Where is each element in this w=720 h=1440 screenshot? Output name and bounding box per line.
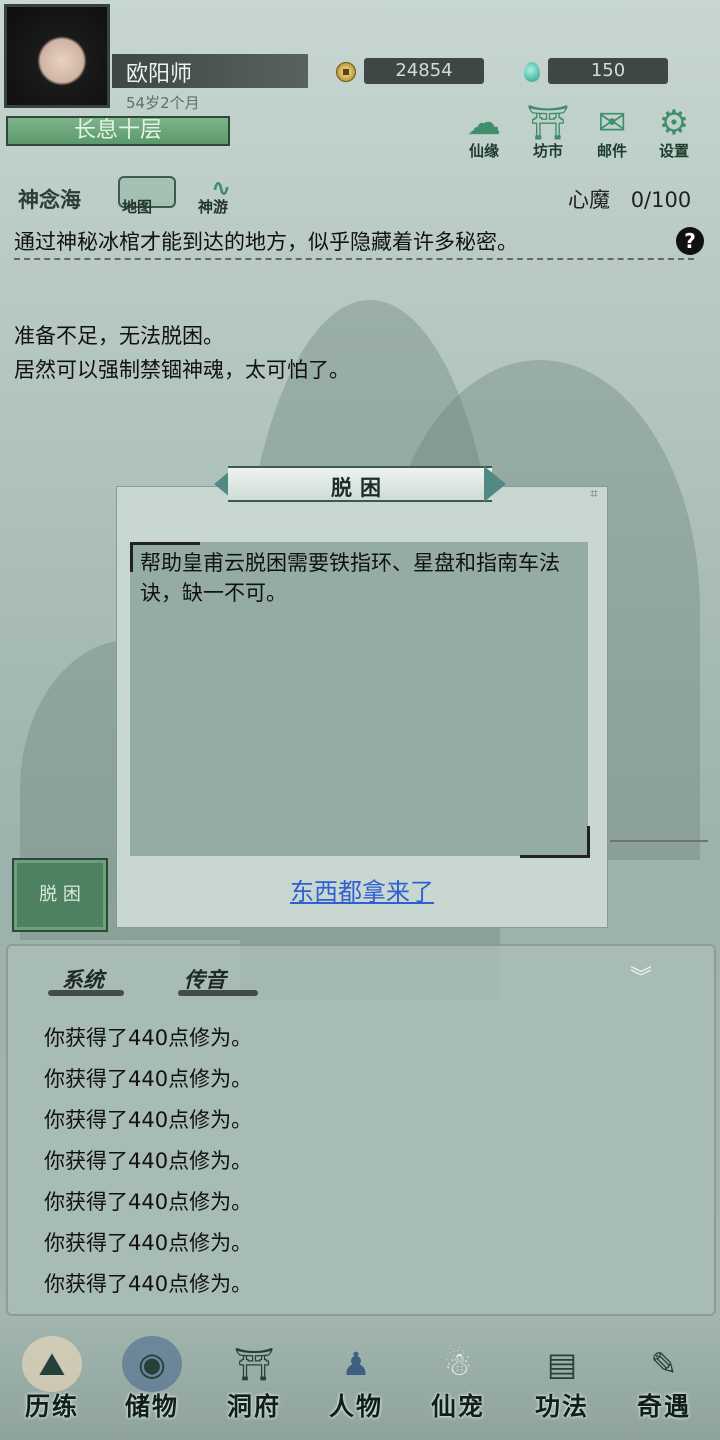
tab-chuanyin[interactable]: 传音 bbox=[184, 964, 226, 994]
story-line: 居然可以强制禁锢神魂，太可怕了。 bbox=[14, 358, 350, 382]
nav-gongfa[interactable]: ▤ 功法 bbox=[514, 1336, 610, 1432]
close-icon[interactable]: ⌗ bbox=[590, 486, 606, 502]
log-line: 你获得了440点修为。 bbox=[44, 1108, 253, 1132]
log-line: 你获得了440点修为。 bbox=[44, 1272, 253, 1296]
divider bbox=[610, 840, 708, 842]
nav-chuwu[interactable]: ◉ 储物 bbox=[104, 1336, 200, 1432]
coin-icon bbox=[336, 62, 356, 82]
gear-icon: ⚙ bbox=[658, 103, 690, 143]
pet-icon: ☃ bbox=[443, 1345, 473, 1383]
top-menu-xianyuan[interactable]: ☁ 仙缘 bbox=[454, 104, 514, 164]
realm-badge: 长息十层 bbox=[6, 116, 230, 146]
tab-map[interactable]: 地图 bbox=[114, 176, 176, 216]
gem-count: 150 bbox=[548, 58, 668, 84]
log-line: 你获得了440点修为。 bbox=[44, 1190, 253, 1214]
dialog-header: 脱困 bbox=[214, 466, 506, 504]
nav-renwu[interactable]: ♟ 人物 bbox=[308, 1336, 404, 1432]
collapse-icon[interactable]: ︾ bbox=[630, 960, 652, 992]
gem-icon bbox=[524, 62, 540, 82]
top-menu-fangshi[interactable]: ⛩ 坊市 bbox=[518, 104, 578, 164]
cloud-icon: ☁ bbox=[467, 103, 501, 143]
location-title: 神念海 bbox=[18, 187, 81, 212]
divider bbox=[14, 258, 694, 262]
escape-button[interactable]: 脱 困 bbox=[12, 858, 108, 932]
dialog-content: 帮助皇甫云脱困需要铁指环、星盘和指南车法诀，缺一不可。 bbox=[130, 542, 588, 856]
log-line: 你获得了440点修为。 bbox=[44, 1026, 253, 1050]
person-icon: ♟ bbox=[341, 1345, 371, 1383]
help-icon[interactable]: ? bbox=[676, 227, 704, 255]
coin-count: 24854 bbox=[364, 58, 484, 84]
top-menu-mail[interactable]: ✉ 邮件 bbox=[582, 104, 642, 164]
mail-icon: ✉ bbox=[597, 103, 627, 143]
player-age: 54岁2个月 bbox=[126, 94, 200, 112]
brush-icon: ✎ bbox=[650, 1345, 678, 1383]
xinmo-label: 心魔 bbox=[568, 188, 610, 212]
bag-icon: ◉ bbox=[122, 1336, 182, 1392]
nav-lilian[interactable]: ⛰ 历练 bbox=[4, 1336, 100, 1432]
mountain-icon: ⛰ bbox=[22, 1336, 82, 1392]
nav-qiyu[interactable]: ✎ 奇遇 bbox=[616, 1336, 712, 1432]
market-icon: ⛩ bbox=[526, 103, 570, 143]
book-icon: ▤ bbox=[546, 1345, 578, 1383]
tab-system[interactable]: 系统 bbox=[62, 964, 104, 994]
log-line: 你获得了440点修为。 bbox=[44, 1067, 253, 1091]
player-name: 欧阳师 bbox=[126, 62, 193, 87]
xinmo-value: 0/100 bbox=[630, 188, 692, 212]
top-menu-settings[interactable]: ⚙ 设置 bbox=[644, 104, 704, 164]
xinmo-status: 心魔 0/100 bbox=[568, 184, 691, 214]
log-line: 你获得了440点修为。 bbox=[44, 1231, 253, 1255]
corner-decoration bbox=[520, 826, 590, 858]
story-line: 准备不足，无法脱困。 bbox=[14, 324, 224, 348]
story-line: 通过神秘冰棺才能到达的地方，似乎隐藏着许多秘密。 bbox=[14, 230, 518, 254]
dialog-option-link[interactable]: 东西都拿来了 bbox=[116, 872, 608, 907]
tab-shenyou[interactable]: ∿ 神游 bbox=[190, 176, 252, 216]
pagoda-icon: ⛩ bbox=[233, 1345, 275, 1383]
log-line: 你获得了440点修为。 bbox=[44, 1149, 253, 1173]
corner-decoration bbox=[130, 542, 200, 572]
dialog-title: 脱困 bbox=[331, 475, 389, 500]
avatar[interactable] bbox=[4, 4, 110, 108]
nav-xianchong[interactable]: ☃ 仙宠 bbox=[410, 1336, 506, 1432]
nav-dongfu[interactable]: ⛩ 洞府 bbox=[206, 1336, 302, 1432]
